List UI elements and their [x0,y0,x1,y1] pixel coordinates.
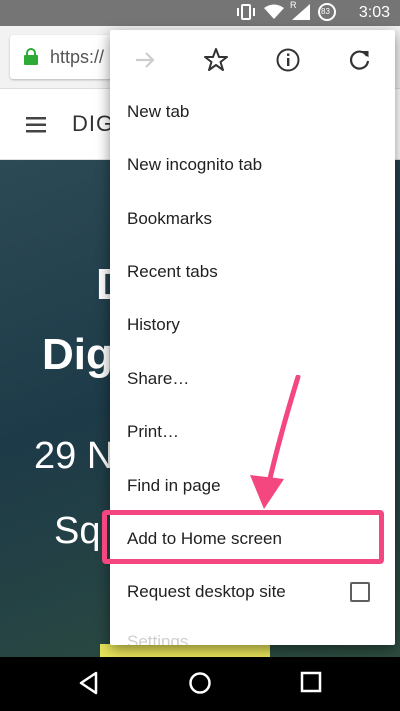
request-desktop-site-checkbox[interactable] [350,582,370,602]
url-text: https:// [50,47,105,67]
menu-item-settings[interactable]: Settings [127,632,188,645]
reload-icon[interactable] [347,47,373,73]
wifi-icon [264,4,284,20]
navigation-bar [0,657,400,711]
forward-arrow-icon[interactable] [132,47,158,73]
menu-item-bookmarks[interactable]: Bookmarks [127,209,212,229]
menu-item-new-incognito-tab[interactable]: New incognito tab [127,155,262,175]
menu-icon-row [110,30,395,88]
hamburger-menu-icon[interactable] [26,117,46,138]
battery-icon: 83 [318,3,336,21]
roaming-label: R [290,0,297,10]
info-icon[interactable] [275,47,301,73]
hero-yellow-block [100,644,270,657]
menu-item-share[interactable]: Share… [127,369,189,389]
menu-item-new-tab[interactable]: New tab [127,102,189,122]
battery-level: 83 [321,7,330,16]
star-icon[interactable] [203,47,229,73]
lock-icon [24,48,38,70]
highlight-box [102,510,384,564]
annotation-arrow-icon [250,375,301,509]
signal-icon: R [290,0,310,20]
status-bar: R 83 3:03 [0,0,400,26]
menu-item-print[interactable]: Print… [127,422,179,442]
menu-item-recent-tabs[interactable]: Recent tabs [127,262,218,282]
recents-icon[interactable] [300,671,322,698]
hero-line-4: Sq [54,510,101,552]
vibrate-icon [236,3,256,21]
menu-item-request-desktop-site[interactable]: Request desktop site [127,582,286,602]
hero-line-2: Dig [42,330,113,379]
clock: 3:03 [358,4,390,21]
hero-line-3: 29 N [34,435,115,477]
site-brand[interactable]: DIG [72,111,114,137]
home-icon[interactable] [188,671,212,700]
status-icons: R 83 [236,0,336,21]
menu-item-history[interactable]: History [127,315,180,335]
back-icon[interactable] [78,671,100,700]
menu-item-find-in-page[interactable]: Find in page [127,476,221,496]
